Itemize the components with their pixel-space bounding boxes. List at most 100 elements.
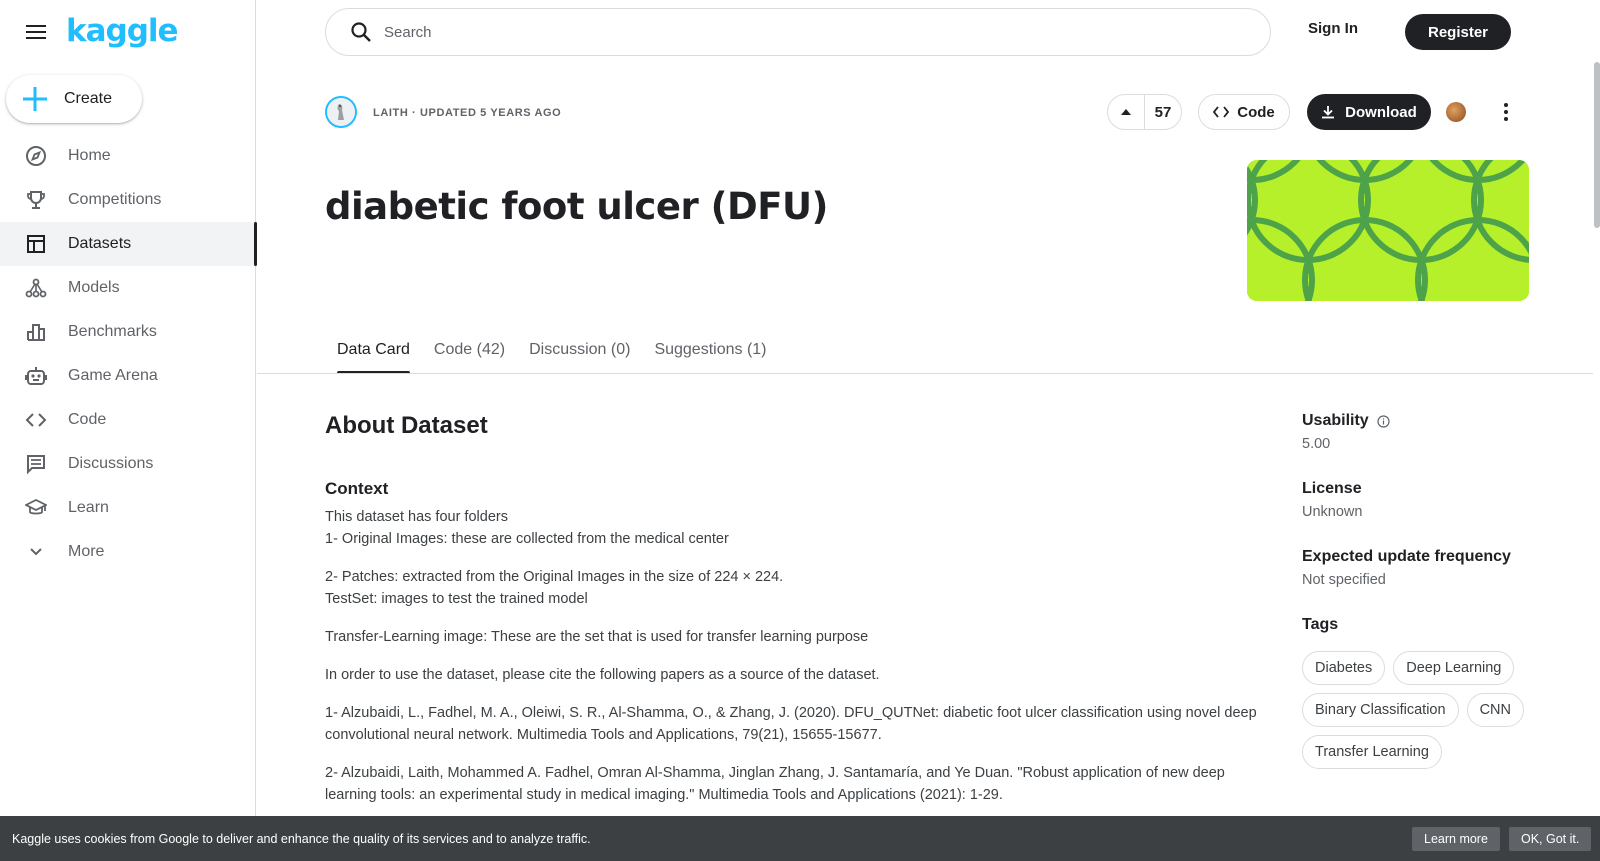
- robot-icon: [24, 364, 48, 388]
- dataset-description: This dataset has four folders 1- Original…: [325, 506, 1280, 822]
- cookie-message: Kaggle uses cookies from Google to deliv…: [12, 831, 591, 846]
- tag-chip[interactable]: Transfer Learning: [1302, 735, 1442, 769]
- tag-chip[interactable]: Binary Classification: [1302, 693, 1459, 727]
- frequency-label: Expected update frequency: [1302, 548, 1511, 565]
- sidebar-item-game-arena[interactable]: Game Arena: [0, 354, 256, 398]
- code-button[interactable]: Code: [1198, 94, 1290, 130]
- sidebar-item-competitions[interactable]: Competitions: [0, 178, 256, 222]
- table-icon: [24, 232, 48, 256]
- sidebar-item-label: More: [68, 543, 105, 560]
- sidebar-item-label: Game Arena: [68, 367, 158, 384]
- citation-line: 2- Alzubaidi, Laith, Mohammed A. Fadhel,…: [325, 765, 1225, 803]
- download-icon: [1322, 106, 1335, 119]
- citation-line: 1- Alzubaidi, L., Fadhel, M. A., Oleiwi,…: [325, 705, 1257, 743]
- description-line: This dataset has four folders: [325, 509, 508, 525]
- sidebar-item-label: Competitions: [68, 191, 162, 208]
- sidebar-item-models[interactable]: Models: [0, 266, 256, 310]
- vote-count[interactable]: 57: [1145, 104, 1181, 121]
- sidebar-item-home[interactable]: Home: [0, 134, 256, 178]
- sidebar: kaggle Create Home Competitions Datasets…: [0, 0, 257, 861]
- usability-value: 5.00: [1302, 436, 1331, 452]
- sidebar-item-label: Benchmarks: [68, 323, 157, 340]
- compass-icon: [24, 144, 48, 168]
- bronze-medal-icon[interactable]: [1446, 102, 1466, 122]
- download-button[interactable]: Download: [1307, 94, 1431, 130]
- description-paragraph: This dataset has four folders 1- Original…: [325, 506, 1280, 550]
- about-heading: About Dataset: [325, 412, 488, 439]
- code-button-label: Code: [1237, 103, 1275, 121]
- description-line: TestSet: images to test the trained mode…: [325, 591, 588, 607]
- sidebar-item-code[interactable]: Code: [0, 398, 256, 442]
- create-label: Create: [64, 90, 113, 107]
- info-icon[interactable]: [1377, 414, 1390, 428]
- license-label: License: [1302, 480, 1362, 497]
- tab-discussion[interactable]: Discussion (0): [517, 326, 642, 374]
- sidebar-item-benchmarks[interactable]: Benchmarks: [0, 310, 256, 354]
- sidebar-item-label: Learn: [68, 499, 109, 516]
- register-button[interactable]: Register: [1405, 14, 1511, 50]
- search-input[interactable]: [384, 23, 1184, 41]
- tab-data-card[interactable]: Data Card: [325, 326, 422, 374]
- description-line: 2- Patches: extracted from the Original …: [325, 569, 784, 585]
- models-icon: [24, 276, 48, 300]
- description-line: Transfer-Learning image: These are the s…: [325, 629, 869, 645]
- dataset-cover-image: [1247, 160, 1529, 301]
- avatar[interactable]: [325, 96, 357, 128]
- sidebar-nav: Home Competitions Datasets Models Benchm…: [0, 134, 257, 574]
- dataset-tabs: Data Card Code (42) Discussion (0) Sugge…: [325, 326, 779, 374]
- citation-paragraph: 1- Alzubaidi, L., Fadhel, M. A., Oleiwi,…: [325, 702, 1280, 746]
- school-icon: [24, 496, 48, 520]
- tag-chip[interactable]: CNN: [1466, 693, 1524, 727]
- tags-list: Diabetes Deep Learning Binary Classifica…: [1302, 651, 1572, 777]
- tag-chip[interactable]: Deep Learning: [1393, 651, 1515, 685]
- create-button[interactable]: Create: [6, 75, 142, 123]
- search-icon: [351, 22, 371, 42]
- tags-section: Tags: [1302, 616, 1552, 634]
- vote-widget: 57: [1107, 94, 1182, 130]
- search-bar[interactable]: [325, 8, 1271, 56]
- download-button-label: Download: [1345, 103, 1417, 121]
- sidebar-item-datasets[interactable]: Datasets: [0, 222, 257, 266]
- upvote-button[interactable]: [1108, 95, 1145, 129]
- menu-icon[interactable]: [20, 18, 52, 46]
- tab-code[interactable]: Code (42): [422, 326, 517, 374]
- citation-paragraph: 2- Alzubaidi, Laith, Mohammed A. Fadhel,…: [325, 762, 1280, 806]
- context-heading: Context: [325, 479, 389, 498]
- cookie-banner: Kaggle uses cookies from Google to deliv…: [0, 816, 1600, 861]
- sidebar-item-label: Datasets: [68, 235, 132, 252]
- frequency-value: Not specified: [1302, 572, 1386, 588]
- more-options-icon[interactable]: [1492, 98, 1520, 126]
- code-icon: [1213, 106, 1230, 118]
- scrollbar-thumb[interactable]: [1594, 62, 1600, 228]
- bar-chart-icon: [24, 320, 48, 344]
- tab-suggestions[interactable]: Suggestions (1): [642, 326, 778, 374]
- description-paragraph: 2- Patches: extracted from the Original …: [325, 566, 1280, 610]
- description-paragraph: Transfer-Learning image: These are the s…: [325, 626, 1280, 648]
- tags-label: Tags: [1302, 616, 1339, 633]
- sidebar-item-label: Code: [68, 411, 107, 428]
- sidebar-item-more[interactable]: More: [0, 530, 256, 574]
- usability-section: Usability 5.00: [1302, 412, 1552, 452]
- description-line: 1- Original Images: these are collected …: [325, 531, 729, 547]
- sidebar-item-label: Discussions: [68, 455, 154, 472]
- description-paragraph: In order to use the dataset, please cite…: [325, 664, 1280, 686]
- dataset-meta: LAITH · UPDATED 5 YEARS AGO: [373, 107, 562, 119]
- usability-label: Usability: [1302, 412, 1369, 429]
- ok-got-it-button[interactable]: OK, Got it.: [1509, 827, 1592, 851]
- description-line: In order to use the dataset, please cite…: [325, 667, 880, 683]
- sidebar-item-learn[interactable]: Learn: [0, 486, 256, 530]
- chat-icon: [24, 452, 48, 476]
- chevron-down-icon: [24, 540, 48, 564]
- code-icon: [24, 408, 48, 432]
- sign-in-link[interactable]: Sign In: [1308, 20, 1358, 37]
- plus-icon: [23, 87, 47, 111]
- tabs-divider: [257, 373, 1593, 374]
- page-title: diabetic foot ulcer (DFU): [325, 185, 828, 228]
- learn-more-button[interactable]: Learn more: [1412, 827, 1500, 851]
- sidebar-item-discussions[interactable]: Discussions: [0, 442, 256, 486]
- sidebar-item-label: Home: [68, 147, 111, 164]
- tag-chip[interactable]: Diabetes: [1302, 651, 1386, 685]
- trophy-icon: [24, 188, 48, 212]
- kaggle-logo[interactable]: kaggle: [66, 13, 179, 49]
- license-value: Unknown: [1302, 504, 1363, 520]
